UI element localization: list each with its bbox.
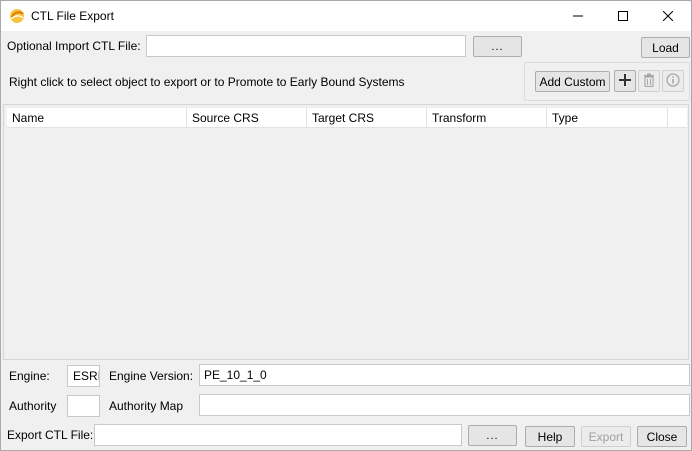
export-button[interactable]: Export <box>581 426 631 447</box>
ctl-file-export-window: CTL File Export Optional Import CTL File… <box>0 0 692 451</box>
table-header: Name Source CRS Target CRS Transform Typ… <box>7 108 687 128</box>
export-ctl-label: Export CTL File: <box>7 428 94 442</box>
column-header-filler <box>668 108 687 128</box>
authority-map-field[interactable] <box>199 394 690 416</box>
esri-globe-icon <box>9 8 25 24</box>
add-button[interactable] <box>614 70 636 92</box>
load-button[interactable]: Load <box>641 37 690 58</box>
delete-button[interactable] <box>638 70 660 92</box>
close-window-button[interactable] <box>645 1 691 31</box>
engine-version-field[interactable]: PE_10_1_0 <box>199 364 690 386</box>
title-bar[interactable]: CTL File Export <box>1 1 691 31</box>
close-button[interactable]: Close <box>637 426 687 447</box>
export-browse-button[interactable]: ... <box>468 425 517 446</box>
authority-label: Authority <box>9 399 57 413</box>
column-header-name[interactable]: Name <box>7 108 187 128</box>
window-title: CTL File Export <box>31 9 114 23</box>
minimize-button[interactable] <box>555 1 601 31</box>
import-ctl-input[interactable] <box>146 35 466 57</box>
column-header-type[interactable]: Type <box>547 108 668 128</box>
trash-icon <box>643 73 655 90</box>
authority-map-label: Authority Map <box>109 399 184 413</box>
info-button[interactable] <box>662 70 684 92</box>
column-header-transform[interactable]: Transform <box>427 108 547 128</box>
authority-field[interactable] <box>67 395 100 417</box>
info-icon <box>666 72 680 90</box>
help-button[interactable]: Help <box>525 426 575 447</box>
engine-field[interactable]: ESRI <box>67 365 100 387</box>
transform-table[interactable]: Name Source CRS Target CRS Transform Typ… <box>3 104 689 360</box>
import-browse-button[interactable]: ... <box>473 36 522 57</box>
instruction-text: Right click to select object to export o… <box>9 75 405 89</box>
engine-label: Engine: <box>9 369 50 383</box>
plus-icon <box>618 73 632 90</box>
import-ctl-label: Optional Import CTL File: <box>7 39 141 53</box>
engine-version-label: Engine Version: <box>109 369 194 383</box>
column-header-target-crs[interactable]: Target CRS <box>307 108 427 128</box>
column-header-source-crs[interactable]: Source CRS <box>187 108 307 128</box>
add-custom-button[interactable]: Add Custom <box>535 71 610 92</box>
export-ctl-input[interactable] <box>94 424 462 446</box>
maximize-button[interactable] <box>600 1 646 31</box>
